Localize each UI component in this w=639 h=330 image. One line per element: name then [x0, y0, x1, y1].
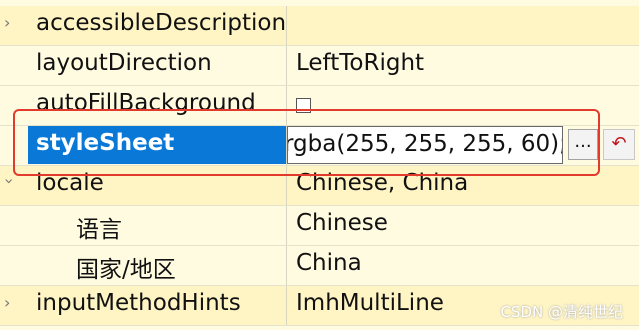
property-name-cell[interactable]: › accessibleDescription: [0, 6, 287, 45]
property-name: 语言: [76, 217, 122, 243]
property-name: inputMethodHints: [36, 290, 241, 316]
property-name: accessibleDescription: [36, 10, 287, 36]
property-value-cell[interactable]: [287, 6, 639, 45]
reset-property-button[interactable]: ↶: [603, 129, 635, 160]
property-name-cell[interactable]: 语言: [0, 206, 287, 245]
property-value: ImhMultiLine: [296, 290, 444, 316]
property-row[interactable]: › accessibleDescription: [0, 6, 639, 46]
property-row[interactable]: layoutDirection LeftToRight: [0, 46, 639, 86]
chevron-right-icon[interactable]: ›: [4, 15, 14, 31]
watermark: CSDN @清纯世纪: [500, 303, 623, 321]
property-name-cell[interactable]: 国家/地区: [0, 246, 287, 285]
property-value: Chinese: [296, 210, 388, 236]
property-row[interactable]: 语言 Chinese: [0, 206, 639, 246]
property-name: 国家/地区: [76, 257, 176, 283]
property-row[interactable]: 国家/地区 China: [0, 246, 639, 286]
property-value-cell[interactable]: China: [287, 246, 639, 285]
property-name: layoutDirection: [36, 50, 212, 76]
property-value-cell[interactable]: Chinese: [287, 206, 639, 245]
property-value: China: [296, 250, 362, 276]
chevron-down-icon[interactable]: ›: [0, 178, 19, 188]
property-value-cell[interactable]: LeftToRight: [287, 46, 639, 85]
property-name-cell[interactable]: layoutDirection: [0, 46, 287, 85]
reset-arrow-icon: ↶: [611, 133, 627, 154]
property-value: LeftToRight: [296, 50, 425, 76]
chevron-right-icon[interactable]: ›: [4, 295, 14, 311]
property-name-cell[interactable]: › inputMethodHints: [0, 286, 287, 325]
annotation-highlight-box: [13, 109, 600, 176]
